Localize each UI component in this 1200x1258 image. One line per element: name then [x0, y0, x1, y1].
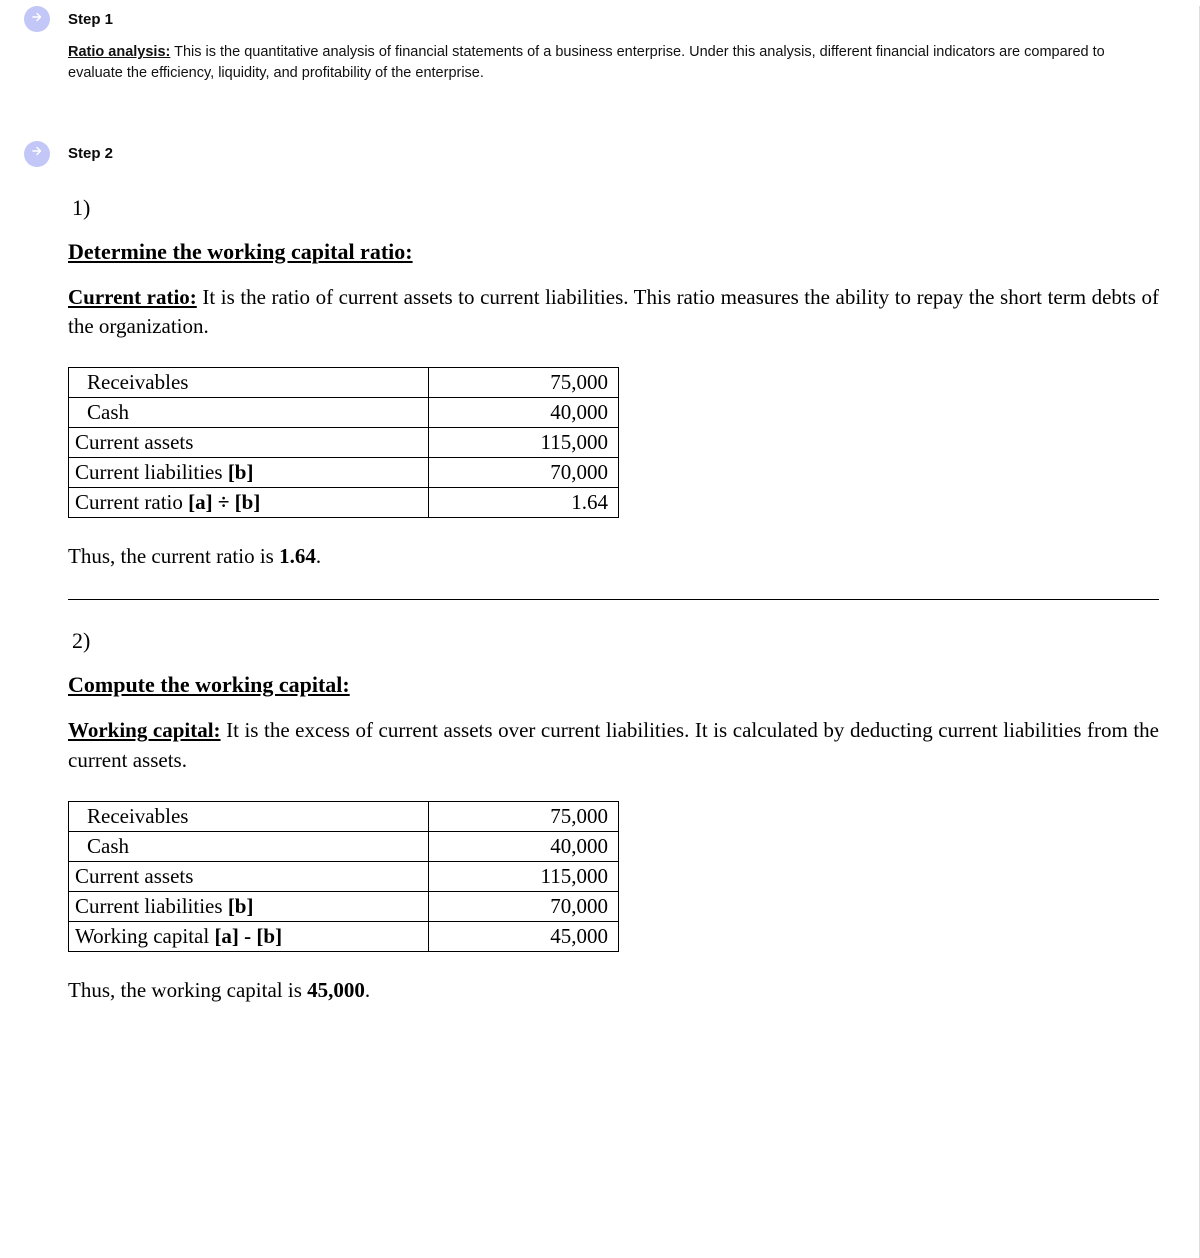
conclude-pre: Thus, the current ratio is	[68, 544, 279, 568]
arrow-right-icon	[30, 144, 44, 163]
arrow-right-icon	[30, 10, 44, 29]
ratio-analysis-text: This is the quantitative analysis of fin…	[68, 44, 1105, 81]
step1-header: Step 1	[24, 6, 1199, 32]
row-value: 70,000	[429, 458, 619, 488]
ratio-analysis-intro: Ratio analysis: This is the quantitative…	[68, 42, 1159, 84]
table-row: Current assets115,000	[69, 862, 619, 892]
row-label: Current liabilities [b]	[69, 458, 429, 488]
working-capital-conclusion: Thus, the working capital is 45,000.	[68, 978, 1159, 1003]
current-ratio-table: Receivables75,000Cash40,000Current asset…	[68, 367, 619, 518]
page: Step 1 Ratio analysis: This is the quant…	[0, 6, 1200, 1258]
row-label: Current assets	[69, 428, 429, 458]
row-value: 115,000	[429, 862, 619, 892]
row-value: 40,000	[429, 832, 619, 862]
row-value: 40,000	[429, 398, 619, 428]
table-row: Working capital [a] - [b]45,000	[69, 922, 619, 952]
row-value: 75,000	[429, 802, 619, 832]
table-row: Current ratio [a] ÷ [b]1.64	[69, 488, 619, 518]
working-capital-text: It is the excess of current assets over …	[68, 718, 1159, 771]
table-row: Current liabilities [b]70,000	[69, 458, 619, 488]
row-label: Cash	[69, 832, 429, 862]
row-label: Cash	[69, 398, 429, 428]
conclude-post: .	[365, 978, 370, 1002]
section-divider	[68, 599, 1159, 600]
ratio-analysis-term: Ratio analysis:	[68, 44, 170, 60]
current-ratio-text: It is the ratio of current assets to cur…	[68, 285, 1159, 338]
step2-badge[interactable]	[24, 141, 50, 167]
current-ratio-conclusion: Thus, the current ratio is 1.64.	[68, 544, 1159, 569]
row-label: Current assets	[69, 862, 429, 892]
step1-content: Ratio analysis: This is the quantitative…	[68, 42, 1159, 84]
table-body: Receivables75,000Cash40,000Current asset…	[69, 368, 619, 518]
conclude-val: 45,000	[307, 978, 365, 1002]
step1-label: Step 1	[68, 11, 113, 28]
row-label: Current liabilities [b]	[69, 892, 429, 922]
working-capital-term: Working capital:	[68, 718, 221, 742]
step2-label: Step 2	[68, 145, 113, 162]
working-capital-table: Receivables75,000Cash40,000Current asset…	[68, 801, 619, 952]
table-row: Receivables75,000	[69, 368, 619, 398]
conclude-val: 1.64	[279, 544, 316, 568]
row-value: 75,000	[429, 368, 619, 398]
row-value: 115,000	[429, 428, 619, 458]
row-value: 1.64	[429, 488, 619, 518]
table-row: Cash40,000	[69, 832, 619, 862]
part2-marker: 2)	[72, 628, 1159, 654]
row-value: 70,000	[429, 892, 619, 922]
part1-heading: Determine the working capital ratio:	[68, 239, 1159, 265]
table-row: Current assets115,000	[69, 428, 619, 458]
conclude-pre: Thus, the working capital is	[68, 978, 307, 1002]
step2-content: 1) Determine the working capital ratio: …	[68, 167, 1159, 1004]
row-value: 45,000	[429, 922, 619, 952]
working-capital-def: Working capital: It is the excess of cur…	[68, 716, 1159, 775]
row-label: Receivables	[69, 802, 429, 832]
row-label: Working capital [a] - [b]	[69, 922, 429, 952]
step1-badge[interactable]	[24, 6, 50, 32]
table-row: Receivables75,000	[69, 802, 619, 832]
table-row: Cash40,000	[69, 398, 619, 428]
part2-heading: Compute the working capital:	[68, 672, 1159, 698]
part1-marker: 1)	[72, 195, 1159, 221]
conclude-post: .	[316, 544, 321, 568]
current-ratio-term: Current ratio:	[68, 285, 197, 309]
step2-header: Step 2	[24, 141, 1199, 167]
row-label: Receivables	[69, 368, 429, 398]
row-label: Current ratio [a] ÷ [b]	[69, 488, 429, 518]
current-ratio-def: Current ratio: It is the ratio of curren…	[68, 283, 1159, 342]
table-body: Receivables75,000Cash40,000Current asset…	[69, 802, 619, 952]
table-row: Current liabilities [b]70,000	[69, 892, 619, 922]
